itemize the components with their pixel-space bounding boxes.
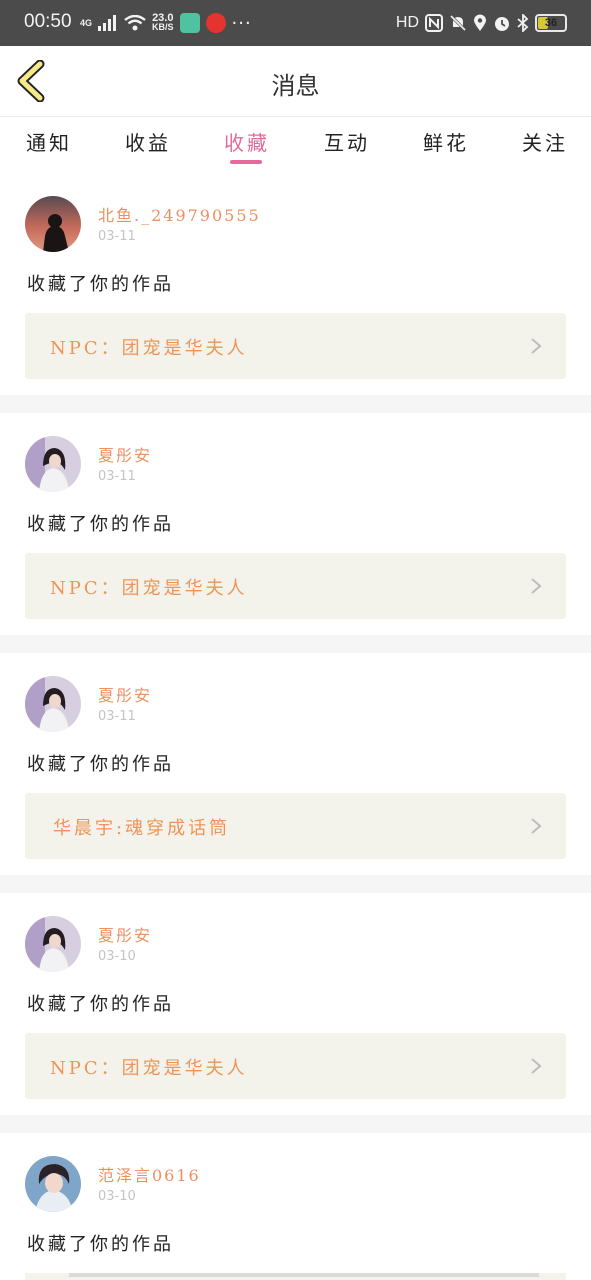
timestamp: 03-10 [98, 949, 136, 964]
music-app-icon [205, 13, 226, 33]
divider [0, 395, 591, 413]
work-title: NPC：团宠是华夫人 [50, 1058, 248, 1079]
tab-flowers[interactable]: 鲜花 [423, 127, 469, 156]
username[interactable]: 北鱼._249790555 [98, 202, 261, 226]
activity-text: 收藏了你的作品 [27, 274, 174, 295]
signal-icon [98, 15, 117, 31]
work-link[interactable]: NPC：团宠是华夫人 [25, 313, 566, 379]
alarm-icon [495, 17, 509, 31]
divider [0, 635, 591, 653]
timestamp: 03-11 [98, 469, 136, 484]
status-bar: 00:50 4G 23.0 KB/S ··· HD 36 [0, 0, 591, 46]
active-tab-indicator [230, 160, 262, 164]
tab-interactions[interactable]: 互动 [324, 127, 370, 156]
hd-indicator: HD [395, 14, 419, 31]
username[interactable]: 范泽言0616 [98, 1162, 201, 1186]
username[interactable]: 夏彤安 [98, 442, 152, 466]
timestamp: 03-11 [98, 229, 136, 244]
battery-level: 36 [544, 17, 558, 29]
username[interactable]: 夏彤安 [98, 682, 152, 706]
chevron-right-icon [531, 338, 542, 354]
work-link[interactable]: NPC：团宠是华夫人 [25, 1033, 566, 1099]
avatar[interactable] [25, 436, 81, 492]
speed-unit: KB/S [152, 22, 174, 32]
tab-favorites[interactable]: 收藏 [224, 127, 270, 156]
mute-bell-icon [449, 14, 467, 32]
timestamp: 03-11 [98, 709, 136, 724]
status-icons-right: HD 36 [396, 11, 567, 35]
username[interactable]: 夏彤安 [98, 922, 152, 946]
network-speed: 23.0 KB/S [152, 13, 174, 32]
activity-text: 收藏了你的作品 [27, 994, 174, 1015]
work-link[interactable]: 华晨宇:魂穿成话筒 [25, 793, 566, 859]
divider [0, 1115, 591, 1133]
battery-icon: 36 [535, 14, 567, 32]
list-item: 夏彤安 03-11 收藏了你的作品 华晨宇:魂穿成话筒 [0, 658, 591, 880]
page-title: 消息 [271, 72, 320, 100]
work-title: NPC：团宠是华夫人 [50, 578, 248, 599]
work-title: 华晨宇:魂穿成话筒 [53, 818, 231, 839]
chevron-right-icon [531, 818, 542, 834]
tab-bar: 通知 收益 收藏 互动 鲜花 关注 [0, 117, 591, 179]
avatar[interactable] [25, 196, 81, 252]
list-item: 北鱼._249790555 03-11 收藏了你的作品 NPC：团宠是华夫人 [0, 178, 591, 400]
work-link[interactable]: NPC：团宠是华夫人 [25, 553, 566, 619]
chevron-right-icon [531, 1058, 542, 1074]
activity-text: 收藏了你的作品 [27, 514, 174, 535]
clock: 00:50 [24, 11, 72, 32]
top-app-bar: 消息 [0, 46, 591, 117]
more-notifications-icon: ··· [231, 12, 252, 34]
activity-text: 收藏了你的作品 [27, 754, 174, 775]
timestamp: 03-10 [98, 1189, 136, 1204]
work-link-shadow [69, 1273, 539, 1277]
avatar[interactable] [25, 916, 81, 972]
activity-text: 收藏了你的作品 [27, 1234, 174, 1255]
tab-earnings[interactable]: 收益 [125, 127, 171, 156]
bluetooth-icon [517, 14, 529, 32]
work-title: NPC：团宠是华夫人 [50, 338, 248, 359]
status-icons-left: 4G 23.0 KB/S ··· [80, 10, 252, 36]
divider [0, 875, 591, 893]
tab-notifications[interactable]: 通知 [26, 127, 72, 156]
wifi-icon [124, 15, 146, 31]
network-type: 4G [80, 17, 93, 28]
chevron-right-icon [531, 578, 542, 594]
app-notification-icon [179, 13, 200, 33]
nfc-icon [425, 14, 443, 32]
list-item: 夏彤安 03-11 收藏了你的作品 NPC：团宠是华夫人 [0, 418, 591, 640]
avatar[interactable] [25, 1156, 81, 1212]
avatar[interactable] [25, 676, 81, 732]
work-link[interactable] [25, 1273, 566, 1280]
tab-following[interactable]: 关注 [522, 127, 568, 156]
list-item: 范泽言0616 03-10 收藏了你的作品 [0, 1138, 591, 1280]
list-item: 夏彤安 03-10 收藏了你的作品 NPC：团宠是华夫人 [0, 898, 591, 1120]
location-icon [474, 14, 486, 31]
